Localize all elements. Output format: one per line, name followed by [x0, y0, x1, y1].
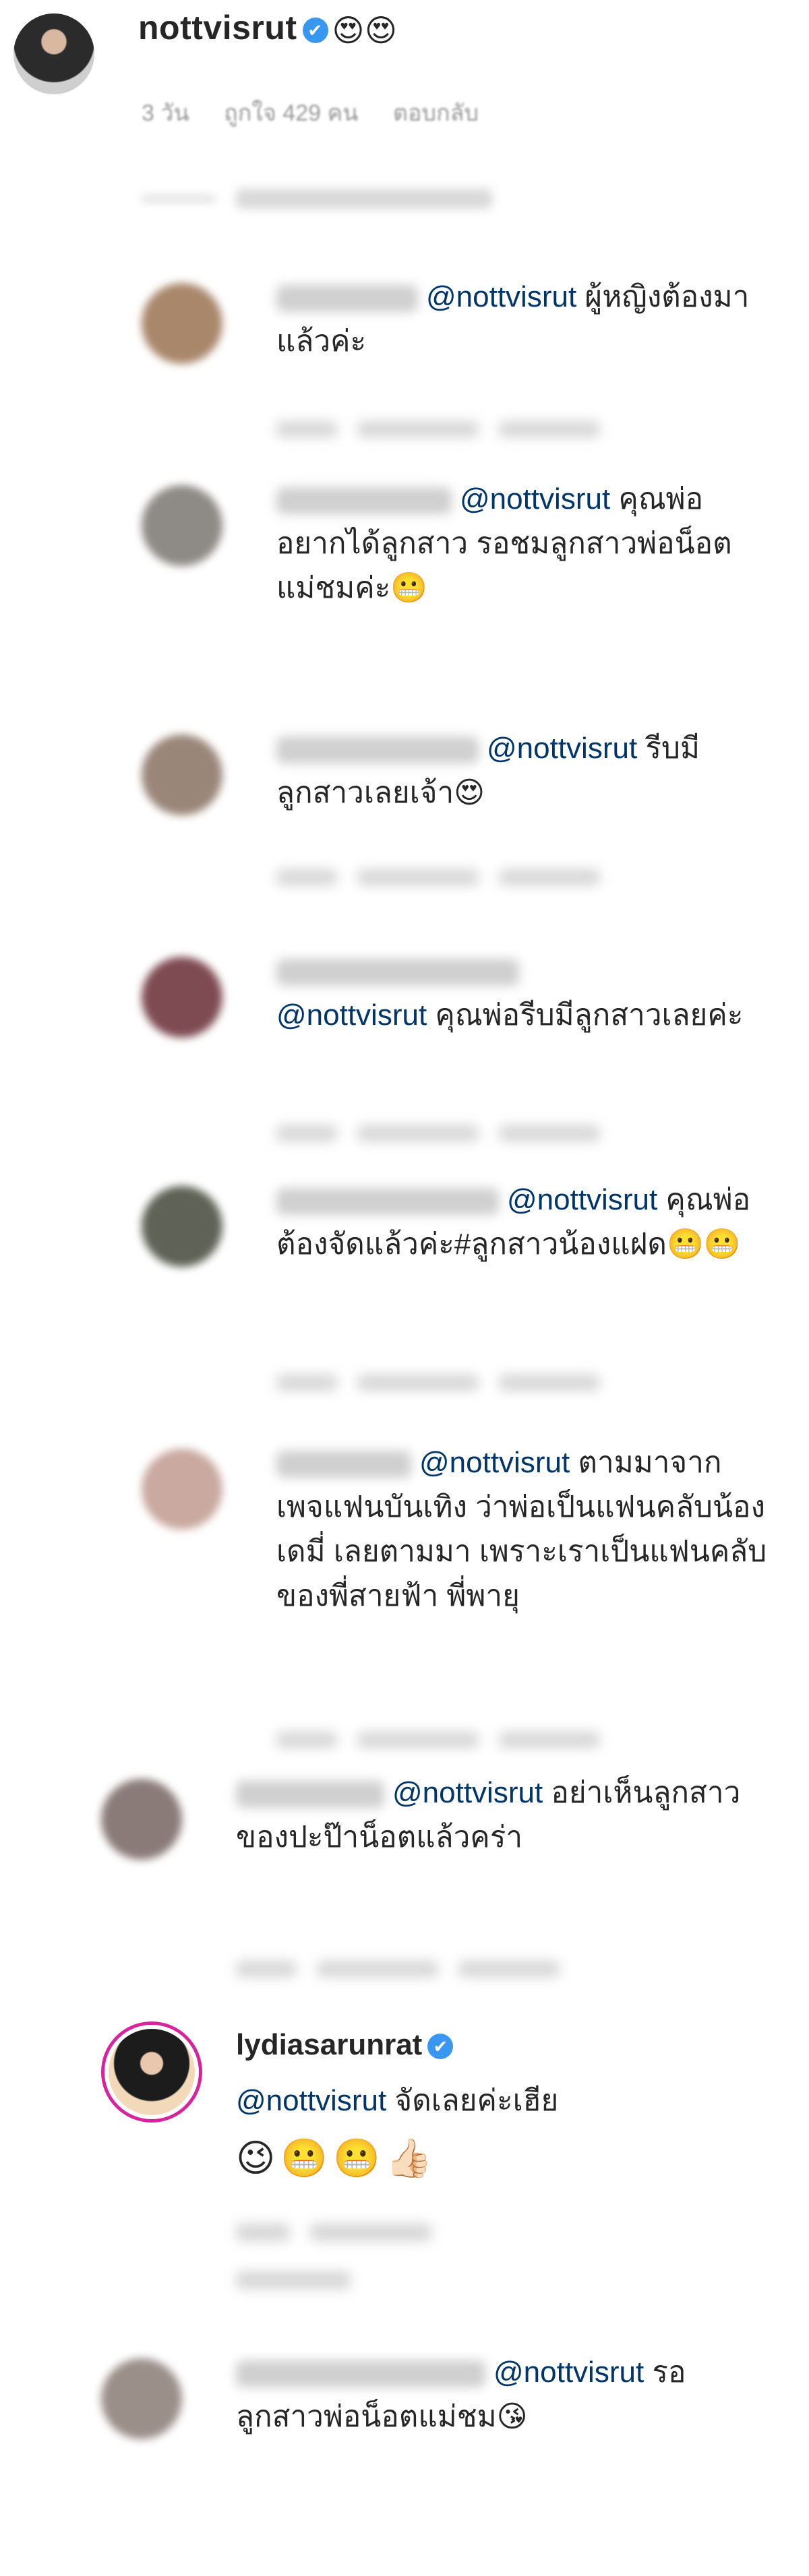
- reply-meta: [276, 1732, 620, 1751]
- avatar: [109, 2029, 195, 2115]
- reply-text: @nottvisrut รีบมีลูกสาวเลยเจ้า😍: [276, 726, 769, 815]
- reply-button[interactable]: ตอบกลับ: [393, 100, 479, 126]
- reply-meta: [276, 421, 620, 441]
- username[interactable]: lydiasarunrat: [236, 2028, 422, 2061]
- reply-meta: [276, 1125, 620, 1145]
- blurred-username[interactable]: [276, 285, 418, 313]
- avatar[interactable]: [13, 13, 94, 94]
- comment-emojis: 😍😍: [332, 12, 398, 48]
- blurred-username[interactable]: [236, 1781, 384, 1809]
- mention-link[interactable]: @nottvisrut: [460, 482, 610, 515]
- avatar-with-story-ring[interactable]: [101, 2021, 202, 2123]
- reply-body: จัดเลยค่ะเฮีย: [386, 2084, 559, 2117]
- avatar[interactable]: [142, 734, 222, 815]
- blurred-username[interactable]: [236, 2360, 485, 2388]
- comment-time: 3 วัน: [142, 100, 189, 126]
- mention-link[interactable]: @nottvisrut: [493, 2356, 644, 2389]
- mention-link[interactable]: @nottvisrut: [487, 732, 637, 765]
- emoji-row: 😉😬😬👍🏻: [236, 2137, 438, 2179]
- avatar[interactable]: [142, 957, 222, 1038]
- comment-likes[interactable]: ถูกใจ 429 คน: [224, 100, 358, 126]
- blurred-username[interactable]: [276, 959, 519, 986]
- mention-link[interactable]: @nottvisrut: [426, 280, 576, 313]
- mention-link[interactable]: @nottvisrut: [276, 999, 427, 1032]
- avatar[interactable]: [101, 2358, 182, 2439]
- reply-meta: [236, 2224, 452, 2292]
- avatar[interactable]: [101, 1779, 182, 1860]
- reply-text: @nottvisrut จัดเลยค่ะเฮีย: [236, 2079, 762, 2123]
- mention-link[interactable]: @nottvisrut: [507, 1183, 657, 1216]
- avatar[interactable]: [142, 1449, 222, 1530]
- reply-text: @nottvisrut ผู้หญิงต้องมาแล้วค่ะ: [276, 275, 769, 364]
- view-replies-label: [236, 189, 492, 209]
- reply-text: @nottvisrut คุณพ่อต้องจัดแล้วค่ะ#ลูกสาวน…: [276, 1178, 769, 1267]
- view-replies-button[interactable]: [142, 189, 492, 209]
- username[interactable]: nottvisrut: [138, 9, 297, 46]
- blurred-username[interactable]: [276, 1188, 499, 1216]
- reply-meta: [276, 1375, 620, 1394]
- avatar[interactable]: [142, 283, 222, 364]
- divider-line: [142, 197, 216, 201]
- reply-header: lydiasarunrat ✔: [236, 2028, 454, 2062]
- verified-badge-icon: ✔: [302, 17, 328, 43]
- reply-text: @nottvisrut ตามมาจากเพจแฟนบันเทิง ว่าพ่อ…: [276, 1441, 769, 1619]
- comment-meta: 3 วัน ถูกใจ 429 คน ตอบกลับ: [142, 94, 507, 131]
- comment-header: nottvisrut ✔ 😍😍: [138, 8, 397, 49]
- reply-text: @nottvisrut คุณพ่ออยากได้ลูกสาว รอชมลูกส…: [276, 477, 769, 610]
- reply-text: @nottvisrut คุณพ่อรีบมีลูกสาวเลยค่ะ: [276, 949, 769, 1038]
- mention-link[interactable]: @nottvisrut: [419, 1446, 570, 1479]
- mention-link[interactable]: @nottvisrut: [236, 2084, 386, 2117]
- reply-meta: [276, 869, 620, 889]
- reply-text: @nottvisrut อย่าเห็นลูกสาวของปะป๊าน็อตแล…: [236, 1771, 762, 1860]
- avatar[interactable]: [142, 1186, 222, 1267]
- blurred-username[interactable]: [276, 736, 479, 764]
- reply-text: @nottvisrut รอลูกสาวพ่อน็อตแม่ชม😘: [236, 2350, 762, 2439]
- verified-badge-icon: ✔: [427, 2034, 454, 2060]
- comment-thread: nottvisrut ✔ 😍😍 3 วัน ถูกใจ 429 คน ตอบกลับ…: [0, 0, 809, 2576]
- blurred-username[interactable]: [276, 1451, 411, 1478]
- mention-link[interactable]: @nottvisrut: [392, 1776, 543, 1809]
- reply-body: คุณพ่อรีบมีลูกสาวเลยค่ะ: [427, 999, 744, 1032]
- blurred-username[interactable]: [276, 487, 452, 515]
- reply-meta: [236, 1961, 580, 1980]
- avatar[interactable]: [142, 485, 222, 566]
